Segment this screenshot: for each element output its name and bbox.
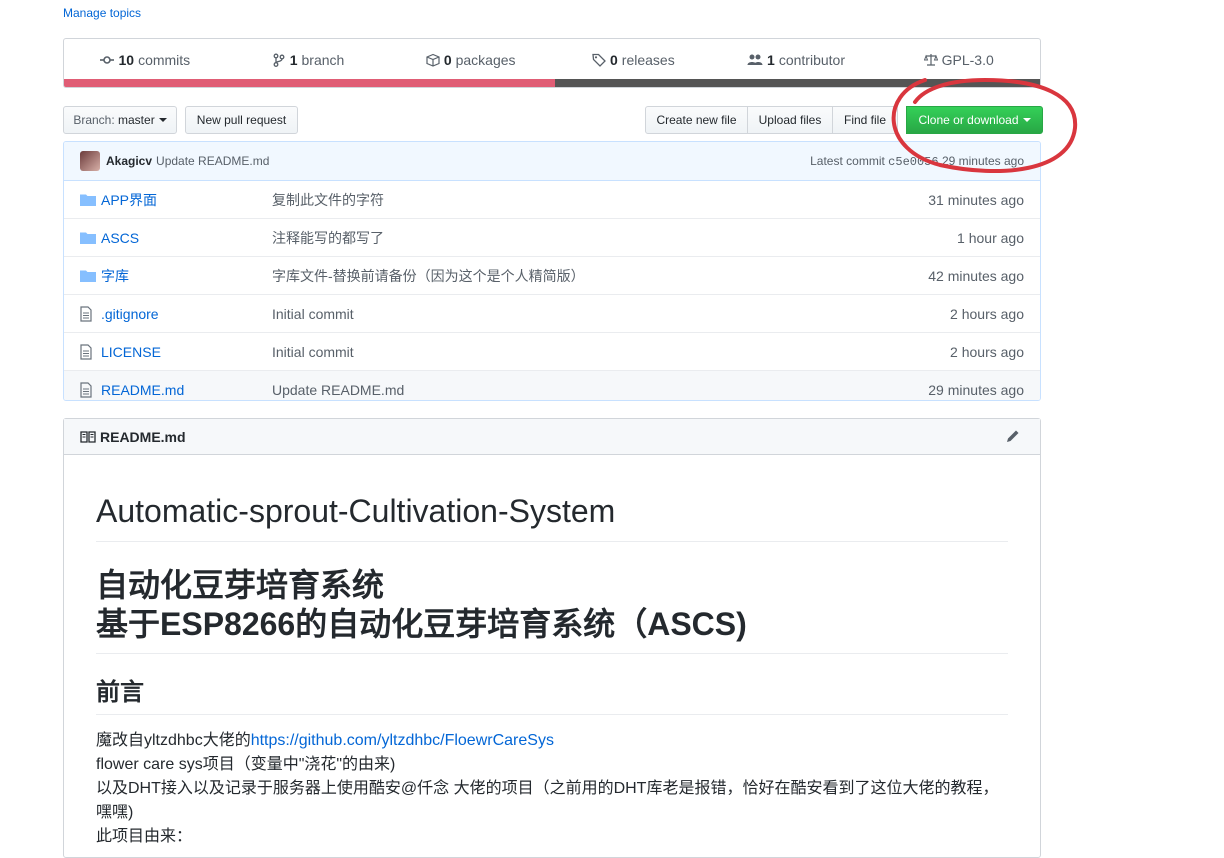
clone-label: Clone or download	[918, 113, 1019, 127]
file-age: 1 hour ago	[957, 229, 1024, 246]
commit-sha-link[interactable]: c5e0056	[888, 155, 938, 169]
avatar[interactable]	[80, 151, 100, 171]
folder-icon	[80, 269, 96, 283]
tag-icon	[592, 53, 606, 67]
readme-box: README.md Automatic-sprout-Cultivation-S…	[63, 418, 1041, 858]
file-age: 42 minutes ago	[928, 267, 1024, 284]
packages-count: 0	[443, 52, 452, 68]
branch-label: branch	[301, 52, 345, 68]
releases-count: 0	[609, 52, 618, 68]
commit-message-link[interactable]: Update README.md	[156, 154, 269, 168]
file-age: 2 hours ago	[950, 343, 1024, 360]
package-icon	[426, 53, 440, 67]
repo-summary: 10 commits 1 branch 0 packages 0 release…	[63, 38, 1041, 88]
branch-select-button[interactable]: Branch: master	[63, 106, 177, 134]
contributors-link[interactable]: 1 contributor	[715, 52, 878, 68]
para4: 此项目由来：	[96, 827, 193, 845]
upload-files-button[interactable]: Upload files	[747, 106, 833, 134]
commits-link[interactable]: 10 commits	[64, 52, 227, 68]
para2: flower care sys项目（变量中"浇花"的由来)	[96, 755, 396, 773]
readme-filename: README.md	[100, 428, 186, 445]
packages-label: packages	[455, 52, 516, 68]
file-name-link[interactable]: README.md	[101, 382, 272, 398]
file-age: 29 minutes ago	[928, 381, 1024, 398]
file-icon	[80, 381, 96, 398]
commits-label: commits	[138, 52, 191, 68]
readme-section-heading: 前言	[96, 678, 1008, 715]
file-age: 31 minutes ago	[928, 191, 1024, 208]
file-icon	[80, 343, 96, 360]
branch-icon	[273, 53, 285, 67]
branch-name: master	[118, 113, 155, 127]
folder-icon	[80, 231, 96, 245]
people-icon	[747, 54, 763, 65]
readme-title-cn: 自动化豆芽培育系统 基于ESP8266的自动化豆芽培育系统（ASCS)	[96, 566, 1008, 654]
file-name-link[interactable]: 字库	[101, 266, 272, 286]
latest-commit-bar: Akagicv Update README.md Latest commit c…	[64, 142, 1040, 181]
file-row: LICENSE Initial commit 2 hours ago	[64, 332, 1040, 370]
commit-icon	[100, 56, 115, 64]
file-commit-message-link[interactable]: 复制此文件的字符	[272, 190, 384, 210]
para1-prefix: 魔改自yltzdhbc大佬的	[96, 731, 251, 749]
contributor-label: contributor	[778, 52, 845, 68]
readme-content: Automatic-sprout-Cultivation-System 自动化豆…	[64, 491, 1040, 849]
releases-link[interactable]: 0 releases	[552, 52, 715, 68]
file-commit-message-link[interactable]: 注释能写的都写了	[272, 228, 384, 248]
license-link[interactable]: GPL-3.0	[877, 52, 1040, 68]
releases-label: releases	[621, 52, 675, 68]
commits-count: 10	[118, 52, 135, 68]
manage-topics-link[interactable]: Manage topics	[63, 6, 141, 20]
file-name-link[interactable]: ASCS	[101, 230, 272, 246]
chevron-down-icon	[158, 118, 167, 122]
commit-author-link[interactable]: Akagicv	[106, 154, 152, 168]
file-list: APP界面 复制此文件的字符 31 minutes ago ASCS 注释能写的都写了 1…	[64, 181, 1040, 400]
file-row: ASCS 注释能写的都写了 1 hour ago	[64, 218, 1040, 256]
file-table: Akagicv Update README.md Latest commit c…	[63, 141, 1041, 401]
file-commit-message-link[interactable]: 字库文件-替换前请备份（因为这个是个人精简版）	[272, 266, 585, 286]
file-commit-message-link[interactable]: Update README.md	[272, 382, 404, 398]
file-row: README.md Update README.md 29 minutes ago	[64, 370, 1040, 400]
readme-paragraph: 魔改自yltzdhbc大佬的https://github.com/yltzdhb…	[96, 729, 1008, 849]
latest-commit-info: Latest commit c5e0056 29 minutes ago	[810, 154, 1024, 169]
contributor-count: 1	[767, 52, 775, 68]
file-commit-message-link[interactable]: Initial commit	[272, 306, 354, 322]
new-pull-request-button[interactable]: New pull request	[185, 106, 298, 134]
readme-title-cn-line2: 基于ESP8266的自动化豆芽培育系统（ASCS)	[96, 606, 747, 643]
language-segment-2	[554, 79, 1040, 87]
file-icon	[80, 305, 96, 322]
chevron-down-icon	[1022, 118, 1031, 122]
file-name-link[interactable]: .gitignore	[101, 306, 272, 322]
file-commit-message-link[interactable]: Initial commit	[272, 344, 354, 360]
para1-link[interactable]: https://github.com/yltzdhbc/FloewrCareSy…	[251, 732, 554, 749]
file-row: .gitignore Initial commit 2 hours ago	[64, 294, 1040, 332]
readme-header: README.md	[64, 419, 1040, 455]
create-new-file-button[interactable]: Create new file	[645, 106, 748, 134]
latest-commit-prefix: Latest commit	[810, 153, 885, 168]
book-icon	[80, 430, 96, 443]
language-bar[interactable]	[64, 79, 1040, 87]
packages-link[interactable]: 0 packages	[389, 52, 552, 68]
license-label: GPL-3.0	[941, 52, 994, 68]
file-row: 字库 字库文件-替换前请备份（因为这个是个人精简版） 42 minutes ago	[64, 256, 1040, 294]
branch-count: 1	[289, 52, 298, 68]
readme-title-cn-line1: 自动化豆芽培育系统	[96, 567, 385, 603]
folder-icon	[80, 193, 96, 207]
file-row: APP界面 复制此文件的字符 31 minutes ago	[64, 181, 1040, 218]
branches-link[interactable]: 1 branch	[227, 52, 390, 68]
file-name-link[interactable]: APP界面	[101, 190, 272, 210]
para3: 以及DHT接入以及记录于服务器上使用酷安@仟念 大佬的项目（之前用的DHT库老是…	[96, 779, 999, 821]
law-icon	[923, 54, 938, 66]
file-age: 2 hours ago	[950, 305, 1024, 322]
branch-prefix: Branch:	[73, 113, 115, 127]
language-segment-1	[64, 79, 555, 87]
file-name-link[interactable]: LICENSE	[101, 344, 272, 360]
find-file-button[interactable]: Find file	[832, 106, 898, 134]
readme-title-en: Automatic-sprout-Cultivation-System	[96, 491, 1008, 542]
clone-or-download-button[interactable]: Clone or download	[906, 106, 1043, 134]
latest-commit-age: 29 minutes ago	[941, 153, 1024, 168]
pencil-icon[interactable]	[1006, 429, 1020, 443]
